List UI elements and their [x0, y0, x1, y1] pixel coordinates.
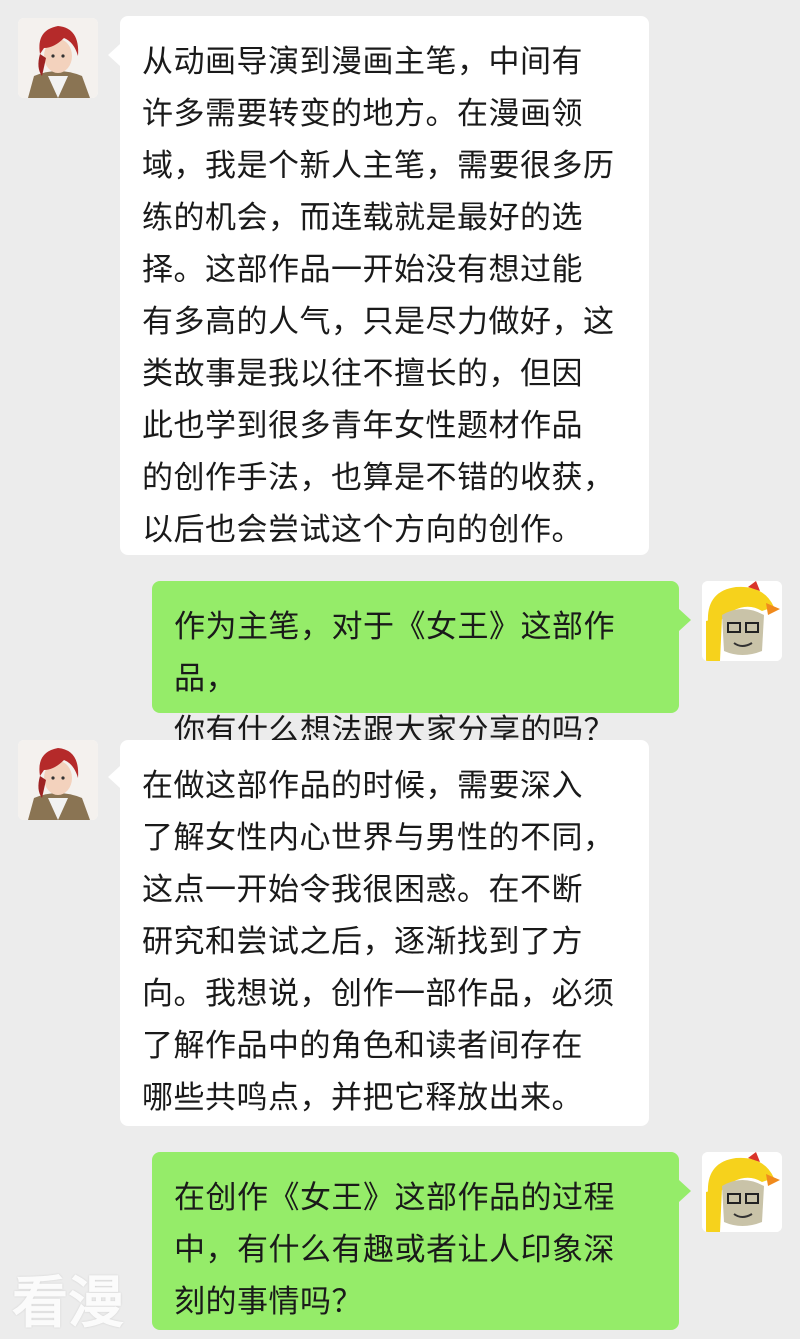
- message-bubble[interactable]: 在做这部作品的时候，需要深入 了解女性内心世界与男性的不同， 这点一开始令我很困…: [120, 740, 649, 1126]
- red-hair-character-avatar[interactable]: [18, 740, 98, 820]
- yellow-bird-hat-avatar[interactable]: [702, 581, 782, 661]
- bubble-tail: [679, 609, 691, 631]
- bubble-tail: [108, 44, 120, 66]
- bubble-tail: [108, 766, 120, 788]
- bubble-tail: [679, 1180, 691, 1202]
- message-bubble[interactable]: 在创作《女王》这部作品的过程 中，有什么有趣或者让人印象深 刻的事情吗？: [152, 1152, 679, 1330]
- red-hair-character-avatar[interactable]: [18, 18, 98, 98]
- yellow-bird-hat-avatar[interactable]: [702, 1152, 782, 1232]
- watermark-logo: 看漫: [12, 1271, 124, 1336]
- message-bubble[interactable]: 作为主笔，对于《女王》这部作品， 你有什么想法跟大家分享的吗？: [152, 581, 679, 749]
- message-bubble[interactable]: 从动画导演到漫画主笔，中间有 许多需要转变的地方。在漫画领 域，我是个新人主笔，…: [120, 16, 649, 555]
